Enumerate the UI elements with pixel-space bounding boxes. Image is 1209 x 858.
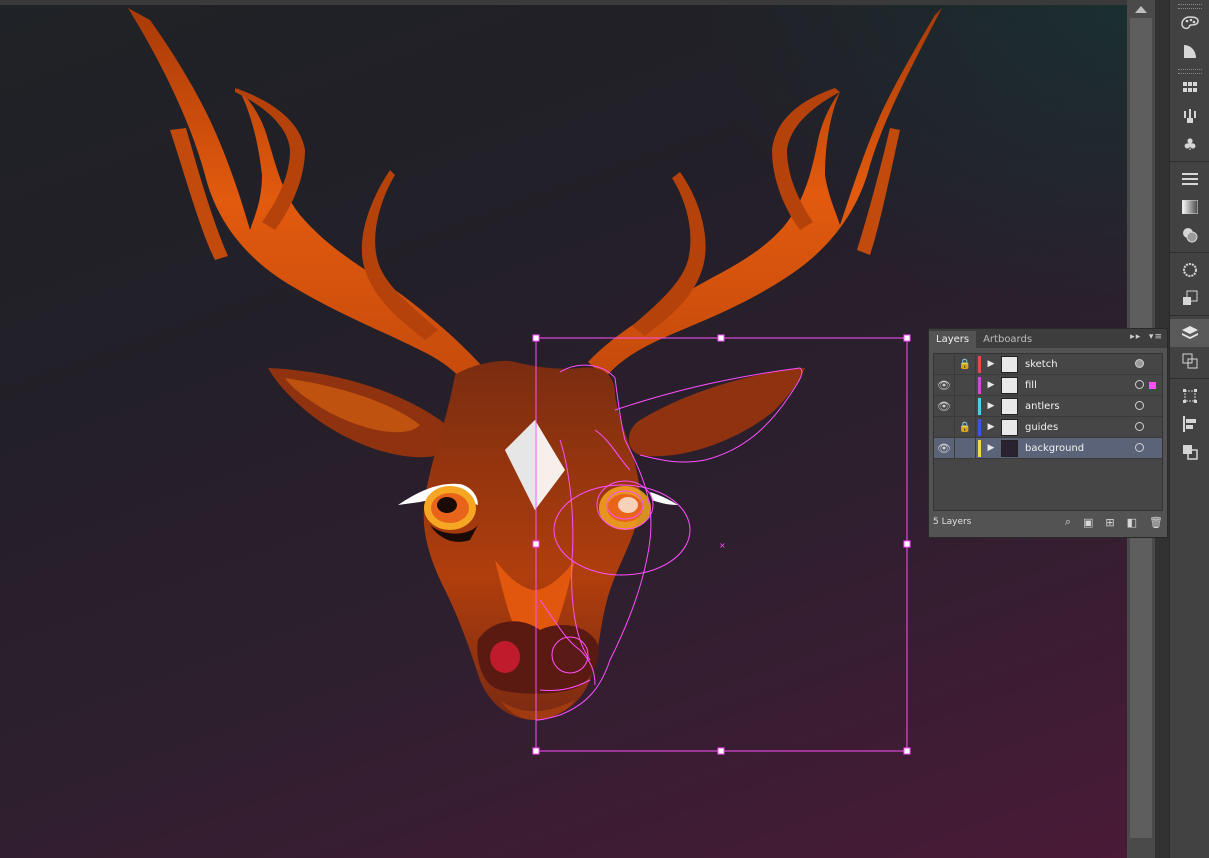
lock-icon: 🔒: [958, 358, 972, 370]
target-circle-icon[interactable]: [1135, 443, 1144, 452]
panel-footer: 5 Layers ⌕ ▣ ⊞ ◧ 🗑: [933, 513, 1163, 531]
tab-artboards[interactable]: Artboards: [976, 331, 1039, 348]
layer-color-bar: [978, 397, 981, 415]
layer-thumbnail: [1001, 376, 1018, 394]
layers-list: 🔒 ▶ sketch 👁 ▶ fill 👁 ▶ antlers 🔒 ▶ guides 👁 ▶ backgro…: [933, 353, 1163, 511]
layer-thumbnail: [1001, 439, 1018, 457]
expand-arrow-icon[interactable]: ▶: [984, 422, 998, 432]
layer-color-bar: [978, 376, 981, 394]
right-eye: [599, 486, 678, 530]
layer-row[interactable]: 👁 ▶ fill: [934, 375, 1162, 396]
pathfinder-icon[interactable]: [1170, 438, 1209, 466]
svg-text:×: ×: [719, 541, 726, 550]
target-circle-icon[interactable]: [1135, 401, 1144, 410]
scroll-up-icon[interactable]: [1135, 6, 1147, 13]
target-circle-icon[interactable]: [1135, 422, 1144, 431]
lock-toggle[interactable]: 🔒: [955, 417, 976, 437]
symbols-icon[interactable]: ♣: [1170, 130, 1209, 158]
layer-color-bar: [978, 355, 981, 373]
expand-arrow-icon[interactable]: ▶: [984, 401, 998, 411]
lock-toggle[interactable]: [955, 375, 976, 395]
swatches-icon[interactable]: [1170, 74, 1209, 102]
layers-icon[interactable]: [1170, 319, 1209, 347]
lock-toggle[interactable]: [955, 396, 976, 416]
layer-thumbnail: [1001, 418, 1018, 436]
expand-arrow-icon[interactable]: ▶: [984, 443, 998, 453]
color-icon[interactable]: [1170, 9, 1209, 37]
tab-layers[interactable]: Layers: [929, 331, 977, 348]
new-layer-icon[interactable]: ◧: [1127, 516, 1137, 529]
layer-count: 5 Layers: [933, 517, 972, 527]
layer-color-bar: [978, 439, 981, 457]
visibility-toggle[interactable]: [934, 354, 955, 374]
layer-row[interactable]: 👁 ▶ antlers: [934, 396, 1162, 417]
canvas-top-edge: [0, 0, 1127, 5]
expand-arrow-icon[interactable]: ▶: [984, 380, 998, 390]
layers-panel: Layers Artboards ▸▸ ▾≡ 🔒 ▶ sketch 👁 ▶ fill 👁 ▶ a…: [928, 328, 1168, 538]
clipping-mask-icon[interactable]: ▣: [1083, 516, 1093, 529]
right-antler: [588, 8, 942, 378]
lock-toggle[interactable]: [955, 438, 976, 458]
lock-toggle[interactable]: 🔒: [955, 354, 976, 374]
left-antler: [128, 8, 492, 390]
layer-color-bar: [978, 418, 981, 436]
panel-dock: ♣: [1169, 0, 1209, 858]
visibility-toggle[interactable]: 👁: [934, 375, 955, 395]
layer-row[interactable]: 🔒 ▶ guides: [934, 417, 1162, 438]
target-circle-icon[interactable]: [1135, 380, 1144, 389]
eye-icon: 👁: [937, 378, 951, 392]
eye-icon: 👁: [937, 441, 951, 455]
trash-icon[interactable]: 🗑: [1149, 516, 1163, 529]
brushes-icon[interactable]: [1170, 102, 1209, 130]
lock-icon: 🔒: [958, 421, 972, 433]
panel-collapse-icon[interactable]: ▸▸ ▾≡: [1130, 332, 1163, 342]
new-sublayer-icon[interactable]: ⊞: [1105, 516, 1114, 529]
layer-thumbnail: [1001, 397, 1018, 415]
appearance-icon[interactable]: [1170, 256, 1209, 284]
layer-row[interactable]: 🔒 ▶ sketch: [934, 354, 1162, 375]
visibility-toggle[interactable]: [934, 417, 955, 437]
panel-tabs: Layers Artboards ▸▸ ▾≡: [929, 329, 1167, 348]
search-icon[interactable]: ⌕: [1065, 515, 1071, 529]
gradient-icon[interactable]: [1170, 193, 1209, 221]
expand-arrow-icon[interactable]: ▶: [984, 359, 998, 369]
artboards-icon[interactable]: [1170, 347, 1209, 375]
stroke-icon[interactable]: [1170, 165, 1209, 193]
eye-icon: 👁: [937, 399, 951, 413]
graphic-styles-icon[interactable]: [1170, 284, 1209, 312]
visibility-toggle[interactable]: 👁: [934, 396, 955, 416]
right-ear: [628, 368, 805, 457]
color-guide-icon[interactable]: [1170, 37, 1209, 65]
target-circle-icon[interactable]: [1135, 359, 1144, 368]
left-eye: [398, 483, 478, 542]
transparency-icon[interactable]: [1170, 221, 1209, 249]
selection-indicator[interactable]: [1149, 382, 1156, 389]
transform-icon[interactable]: [1170, 382, 1209, 410]
layer-row[interactable]: 👁 ▶ background: [934, 438, 1162, 459]
layer-thumbnail: [1001, 355, 1018, 373]
visibility-toggle[interactable]: 👁: [934, 438, 955, 458]
align-icon[interactable]: [1170, 410, 1209, 438]
